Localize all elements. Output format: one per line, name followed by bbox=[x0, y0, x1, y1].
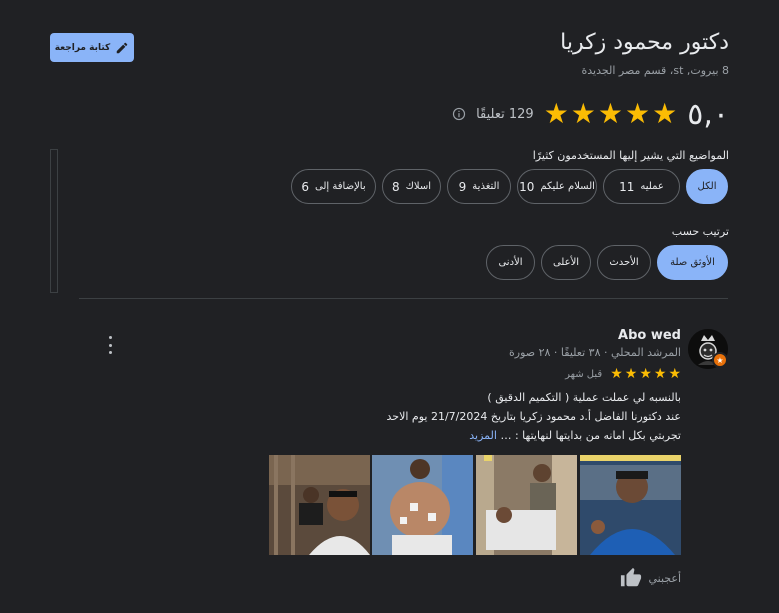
sort-label: الأوثق صلة bbox=[670, 257, 715, 268]
topic-chip[interactable]: اسلاك 8 bbox=[382, 169, 441, 204]
star-icon: ★ bbox=[624, 366, 638, 382]
divider bbox=[79, 298, 728, 299]
place-address: 8 بيروت, st، قسم مصر الجديدة bbox=[581, 64, 729, 77]
star-icon: ★ bbox=[597, 97, 624, 130]
more-link[interactable]: المزيد bbox=[469, 429, 497, 442]
review-time: قبل شهر bbox=[565, 368, 603, 380]
star-icon: ★ bbox=[570, 97, 596, 130]
review-rating: ★ ★ ★ ★ ★ قبل شهر bbox=[565, 366, 681, 382]
star-icon: ★ bbox=[653, 366, 667, 382]
chip-label: السلام عليكم bbox=[540, 181, 595, 192]
review-photo[interactable] bbox=[476, 455, 577, 555]
write-review-button[interactable]: كتابة مراجعة bbox=[50, 33, 134, 62]
rating-stars: ★ ★ ★ ★ ★ bbox=[544, 100, 678, 128]
sort-highest[interactable]: الأعلى bbox=[541, 245, 591, 280]
chip-label: التغذية bbox=[472, 181, 500, 192]
sort-label: الأعلى bbox=[552, 257, 580, 268]
review-count: 129 تعليقًا bbox=[476, 106, 534, 122]
chip-label: عمليه bbox=[640, 181, 664, 192]
star-icon: ★ bbox=[610, 366, 623, 382]
rating-score: ٥,٠ bbox=[687, 96, 729, 132]
chip-label: اسلاك bbox=[405, 181, 432, 192]
sort-lowest[interactable]: الأدنى bbox=[486, 245, 535, 280]
topic-chip-all[interactable]: الكل bbox=[686, 169, 728, 204]
review-text-line: عند دكتورنا الفاضل أ.د محمود زكريا بتاري… bbox=[386, 410, 681, 423]
like-button[interactable]: أعجبني bbox=[620, 567, 681, 589]
sort-relevant[interactable]: الأوثق صلة bbox=[657, 245, 728, 280]
star-icon: ★ bbox=[625, 97, 651, 130]
topics-heading: المواضيع التي يشير إليها المستخدمون كثير… bbox=[532, 149, 729, 162]
chip-count: 6 bbox=[301, 179, 310, 194]
sort-newest[interactable]: الأحدث bbox=[597, 245, 651, 280]
review-photo[interactable] bbox=[372, 455, 473, 555]
rating-summary: ٥,٠ ★ ★ ★ ★ ★ 129 تعليقًا bbox=[452, 96, 729, 132]
sort-label: الأحدث bbox=[609, 257, 639, 268]
place-title: دكتور محمود زكريا bbox=[560, 30, 729, 55]
sort-label: الأدنى bbox=[498, 257, 523, 268]
write-review-label: كتابة مراجعة bbox=[54, 42, 111, 53]
topic-chip[interactable]: التغذية 9 bbox=[447, 169, 511, 204]
topic-chip[interactable]: السلام عليكم 10 bbox=[517, 169, 597, 204]
star-icon: ★ bbox=[543, 97, 569, 130]
review-text-line: تجربتي بكل امانه من بدايتها لنهايتها : … bbox=[500, 429, 681, 442]
review-photo[interactable] bbox=[580, 455, 681, 555]
like-label: أعجبني bbox=[648, 571, 681, 585]
review-stars: ★ ★ ★ ★ ★ bbox=[610, 366, 681, 382]
sort-heading: ترتيب حسب bbox=[671, 225, 729, 238]
topic-chip[interactable]: عمليه 11 bbox=[603, 169, 680, 204]
star-icon: ★ bbox=[668, 366, 681, 382]
chip-count: 9 bbox=[458, 179, 467, 194]
reviewer-meta: المرشد المحلي · ٣٨ تعليقًا · ٢٨ صورة bbox=[509, 346, 681, 359]
topic-chip[interactable]: بالإضافة إلى 6 bbox=[291, 169, 376, 204]
chip-label: بالإضافة إلى bbox=[315, 181, 366, 192]
thumb-up-icon bbox=[621, 567, 642, 587]
info-icon[interactable] bbox=[452, 107, 466, 121]
scrollbar[interactable] bbox=[50, 149, 58, 293]
more-vert-icon[interactable] bbox=[103, 336, 117, 354]
chip-count: 8 bbox=[392, 179, 400, 194]
chip-count: 11 bbox=[619, 179, 635, 194]
reviewer-name[interactable]: Abo wed bbox=[618, 328, 681, 343]
pencil-icon bbox=[117, 42, 128, 53]
chip-count: 10 bbox=[519, 179, 535, 194]
chip-label: الكل bbox=[697, 181, 717, 192]
star-icon: ★ bbox=[639, 366, 652, 382]
star-icon: ★ bbox=[652, 97, 678, 130]
review-text-line-last: تجربتي بكل امانه من بدايتها لنهايتها : …… bbox=[469, 429, 681, 442]
review-photo[interactable] bbox=[269, 455, 370, 555]
local-guide-star-icon: ★ bbox=[712, 352, 728, 368]
review-text-line: بالنسبه لي عملت عملية ( التكميم الدقيق ) bbox=[487, 391, 681, 404]
